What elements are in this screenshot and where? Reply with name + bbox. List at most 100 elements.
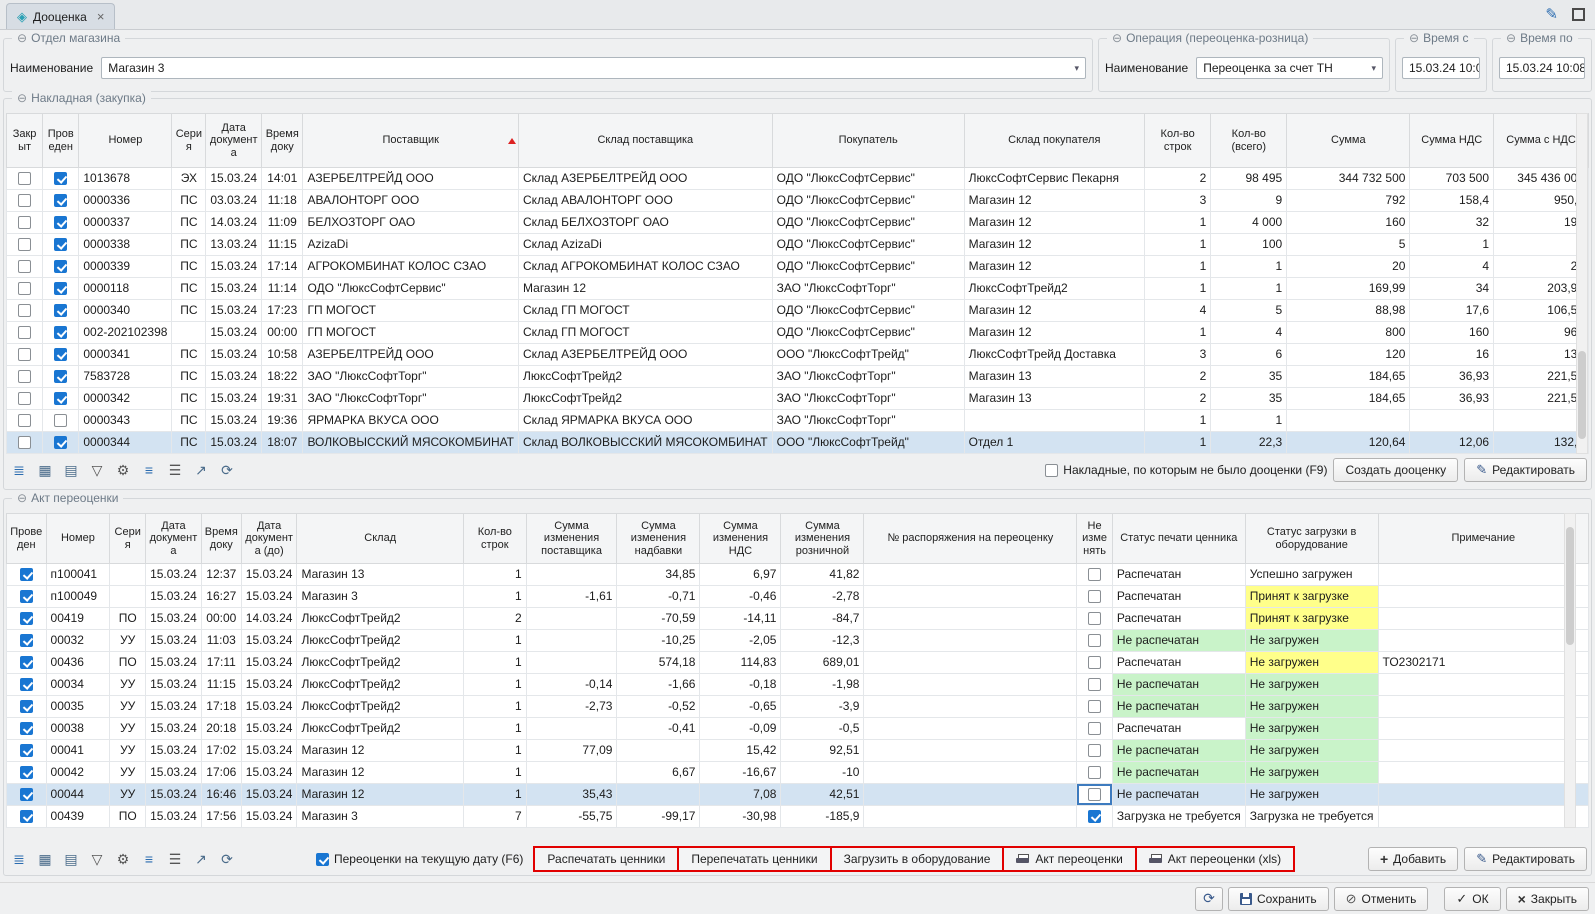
cell-qty[interactable]: 1 — [1211, 278, 1287, 300]
cell-date[interactable]: 15.03.24 — [146, 630, 202, 652]
cell-print_status[interactable]: Не распечатан — [1112, 696, 1245, 718]
column-header-supplier[interactable]: Поставщик — [303, 114, 519, 168]
cell-qty[interactable]: 100 — [1211, 234, 1287, 256]
cell-series[interactable]: УУ — [110, 762, 146, 784]
cell-load_status[interactable]: Не загружен — [1245, 718, 1378, 740]
cell-vat[interactable]: 12,06 — [1410, 432, 1494, 454]
cell-sum_vat[interactable]: -0,46 — [700, 586, 781, 608]
cell-warehouse[interactable]: ЛюксСофтТрейд2 — [297, 674, 463, 696]
cell-date[interactable]: 15.03.24 — [146, 652, 202, 674]
cell-number[interactable]: 00044 — [46, 784, 110, 806]
closed-checkbox[interactable] — [18, 326, 31, 339]
cell-posted[interactable] — [7, 564, 47, 586]
cell-sum[interactable]: 20 — [1287, 256, 1410, 278]
cell-closed[interactable] — [7, 212, 43, 234]
cell-qty[interactable]: 35 — [1211, 388, 1287, 410]
closed-checkbox[interactable] — [18, 348, 31, 361]
column-header-vat[interactable]: Сумма НДС — [1410, 114, 1494, 168]
posted-checkbox[interactable] — [54, 238, 67, 251]
reprint-price-tags-button[interactable]: Перепечатать ценники — [677, 848, 829, 870]
column-header-date_to[interactable]: Дата документа (до) — [241, 514, 297, 564]
cell-time[interactable]: 17:56 — [201, 806, 241, 828]
invoice-row[interactable]: 002-20210239815.03.2400:00ГП МОГОСТСклад… — [7, 322, 1589, 344]
cell-sum[interactable]: 88,98 — [1287, 300, 1410, 322]
cell-sum_vat[interactable]: 114,83 — [700, 652, 781, 674]
collapse-group-icon[interactable]: ⊖ — [17, 91, 27, 105]
cell-buyer[interactable]: ОДО "ЛюксСофтСервис" — [772, 190, 964, 212]
cell-note[interactable] — [1378, 784, 1588, 806]
invoice-row[interactable]: 0000343ПС15.03.2419:36ЯРМАРКА ВКУСА ОООС… — [7, 410, 1589, 432]
cell-sum[interactable]: 120,64 — [1287, 432, 1410, 454]
cell-sum_supplier[interactable] — [526, 608, 617, 630]
cell-number[interactable]: 00419 — [46, 608, 110, 630]
cell-posted[interactable] — [7, 784, 47, 806]
cell-vat[interactable]: 160 — [1410, 322, 1494, 344]
closed-checkbox[interactable] — [18, 414, 31, 427]
cell-time[interactable]: 14:01 — [262, 168, 303, 190]
cell-supplier[interactable]: АЗЕРБЕЛТРЕЙД ООО — [303, 344, 519, 366]
act-row[interactable]: 00032УУ15.03.2411:0315.03.24ЛюксСофтТрей… — [7, 630, 1589, 652]
invoice-row[interactable]: 0000339ПС15.03.2417:14АГРОКОМБИНАТ КОЛОС… — [7, 256, 1589, 278]
checklist-icon[interactable]: ≡ — [138, 849, 160, 869]
column-header-time[interactable]: Время доку — [201, 514, 241, 564]
cell-date[interactable]: 15.03.24 — [206, 322, 262, 344]
column-header-sum_vat[interactable]: Сумма изменения НДС — [700, 514, 781, 564]
cell-date[interactable]: 15.03.24 — [146, 608, 202, 630]
cell-time[interactable]: 17:06 — [201, 762, 241, 784]
cell-sum[interactable]: 792 — [1287, 190, 1410, 212]
posted-checkbox[interactable] — [54, 194, 67, 207]
no_change-checkbox[interactable] — [1088, 590, 1101, 603]
cell-sum[interactable]: 120 — [1287, 344, 1410, 366]
cell-sum_supplier[interactable] — [526, 762, 617, 784]
cell-date_to[interactable]: 15.03.24 — [241, 718, 297, 740]
cell-sum[interactable]: 184,65 — [1287, 388, 1410, 410]
invoice-row[interactable]: 0000344ПС15.03.2418:07ВОЛКОВЫССКИЙ МЯСОК… — [7, 432, 1589, 454]
cell-supplier_wh[interactable]: Склад ЯРМАРКА ВКУСА ООО — [519, 410, 773, 432]
no-markup-filter-checkbox[interactable]: Накладные, по которым не было дооценки (… — [1045, 463, 1327, 477]
cell-qty[interactable]: 1 — [1211, 410, 1287, 432]
column-header-date[interactable]: Дата документа — [206, 114, 262, 168]
cell-order_no[interactable] — [864, 784, 1077, 806]
cell-warehouse[interactable]: ЛюксСофтТрейд2 — [297, 630, 463, 652]
column-header-time[interactable]: Время доку — [262, 114, 303, 168]
cell-load_status[interactable]: Не загружен — [1245, 784, 1378, 806]
cell-lines[interactable]: 1 — [1144, 234, 1210, 256]
cell-warehouse[interactable]: Магазин 3 — [297, 806, 463, 828]
cell-sum_supplier[interactable]: -2,73 — [526, 696, 617, 718]
cell-time[interactable]: 00:00 — [201, 608, 241, 630]
cell-order_no[interactable] — [864, 652, 1077, 674]
cell-qty[interactable]: 6 — [1211, 344, 1287, 366]
posted-checkbox[interactable] — [20, 568, 33, 581]
store-name-combobox[interactable]: Магазин 3 ▾ — [101, 57, 1086, 79]
cell-print_status[interactable]: Распечатан — [1112, 652, 1245, 674]
sync-icon[interactable]: ⟳ — [216, 849, 238, 869]
cell-date[interactable]: 15.03.24 — [206, 278, 262, 300]
cell-warehouse[interactable]: Магазин 12 — [297, 740, 463, 762]
cell-print_status[interactable]: Распечатан — [1112, 718, 1245, 740]
cell-lines[interactable]: 1 — [463, 586, 526, 608]
cell-series[interactable] — [110, 564, 146, 586]
cell-buyer_wh[interactable]: Магазин 12 — [964, 190, 1144, 212]
open-external-icon[interactable]: ↗ — [190, 849, 212, 869]
cell-sum_vat[interactable]: 221,58 — [1494, 366, 1589, 388]
cell-date[interactable]: 15.03.24 — [146, 784, 202, 806]
cell-lines[interactable]: 1 — [1144, 322, 1210, 344]
cell-buyer[interactable]: ОДО "ЛюксСофтСервис" — [772, 322, 964, 344]
cell-buyer_wh[interactable] — [964, 410, 1144, 432]
cell-sum_vat[interactable]: 345 436 000 — [1494, 168, 1589, 190]
cell-date[interactable]: 13.03.24 — [206, 234, 262, 256]
act-row[interactable]: 00038УУ15.03.2420:1815.03.24ЛюксСофтТрей… — [7, 718, 1589, 740]
act-row[interactable]: 00042УУ15.03.2417:0615.03.24Магазин 1216… — [7, 762, 1589, 784]
print-price-tags-button[interactable]: Распечатать ценники — [535, 848, 677, 870]
cell-supplier[interactable]: БЕЛХОЗТОРГ ОАО — [303, 212, 519, 234]
cell-buyer[interactable]: ОДО "ЛюксСофтСервис" — [772, 168, 964, 190]
cell-sum_supplier[interactable] — [526, 652, 617, 674]
cell-sum[interactable]: 160 — [1287, 212, 1410, 234]
checkbox-box[interactable] — [1045, 464, 1058, 477]
cell-date_to[interactable]: 15.03.24 — [241, 630, 297, 652]
cell-date[interactable]: 15.03.24 — [146, 762, 202, 784]
cell-series[interactable]: ПС — [172, 256, 206, 278]
cell-warehouse[interactable]: ЛюксСофтТрейд2 — [297, 652, 463, 674]
invoice-row[interactable]: 0000337ПС14.03.2411:09БЕЛХОЗТОРГ ОАОСкла… — [7, 212, 1589, 234]
cell-vat[interactable]: 36,93 — [1410, 388, 1494, 410]
